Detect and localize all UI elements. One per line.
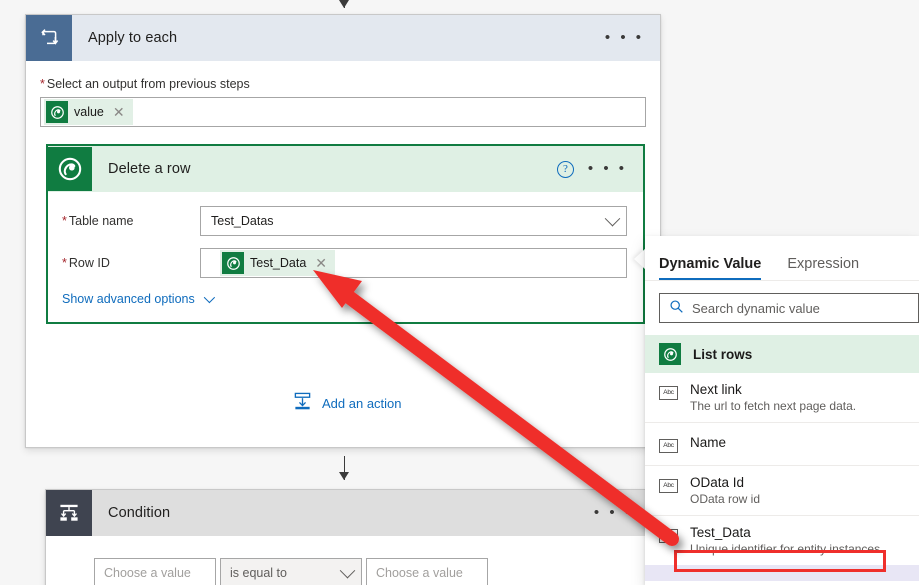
apply-to-each-more-button[interactable]: • • •	[605, 30, 644, 45]
list-item[interactable]: Abc Name	[645, 423, 919, 466]
search-placeholder: Search dynamic value	[692, 300, 820, 316]
apply-to-each-header[interactable]: Apply to each • • •	[26, 15, 660, 61]
list-item[interactable]: Abc Test_Data Unique identifier for enti…	[645, 516, 919, 565]
dynamic-search-wrap: Search dynamic value	[645, 281, 919, 335]
dynamic-value-panel[interactable]: Dynamic Value Expression Search dynamic …	[645, 236, 919, 585]
dynamic-group-list-rows[interactable]: List rows	[645, 335, 919, 373]
test-data-token-label: Test_Data	[250, 256, 307, 270]
help-icon[interactable]: ?	[556, 160, 574, 178]
required-asterisk: *	[40, 77, 45, 91]
dynamic-panel-tabs: Dynamic Value Expression	[645, 236, 919, 280]
abc-icon: Abc	[659, 439, 678, 453]
test-data-token[interactable]: Test_Data ✕	[220, 250, 336, 276]
condition-right-input[interactable]: Choose a value	[366, 558, 488, 585]
table-name-label-text: Table name	[68, 214, 134, 228]
condition-body: Choose a value is equal to Choose a valu…	[46, 536, 649, 585]
apply-to-each-title: Apply to each	[88, 30, 178, 46]
list-item[interactable]: Abc Next link The url to fetch next page…	[645, 373, 919, 423]
value-token[interactable]: value ✕	[44, 99, 133, 125]
value-token-label: value	[74, 105, 104, 119]
select-output-input[interactable]: value ✕	[40, 97, 646, 127]
delete-a-row-header[interactable]: Delete a row ? • • •	[48, 146, 643, 192]
condition-more-button[interactable]: • • •	[594, 505, 633, 520]
list-item[interactable]: Abc OData Id OData row id	[645, 466, 919, 516]
table-name-row: * Table name Test_Datas	[62, 206, 627, 236]
delete-a-row-body: * Table name Test_Datas * Row ID Test_Da…	[48, 192, 643, 306]
search-icon	[669, 299, 684, 317]
close-icon[interactable]: ✕	[113, 105, 133, 119]
row-id-input[interactable]: Test_Data ✕	[200, 248, 627, 278]
abc-icon: Abc	[659, 529, 678, 543]
close-icon[interactable]: ✕	[315, 256, 335, 270]
list-item[interactable]	[645, 565, 919, 581]
chevron-down-icon[interactable]	[604, 210, 621, 226]
required-asterisk: *	[62, 256, 67, 270]
required-asterisk: *	[62, 214, 67, 228]
tab-expression[interactable]: Expression	[787, 256, 859, 280]
apply-to-each-header-actions: • • •	[605, 30, 660, 45]
dataverse-icon	[222, 252, 244, 274]
list-item-name: OData Id	[690, 475, 745, 490]
dynamic-group-label: List rows	[693, 346, 753, 362]
dataverse-icon	[48, 147, 92, 191]
list-item-name: Test_Data	[690, 525, 751, 540]
delete-a-row-card[interactable]: Delete a row ? • • • * Table name Test_Da…	[46, 144, 645, 324]
table-name-label: * Table name	[62, 214, 200, 228]
flow-designer-canvas: Apply to each • • • * Select an output fr…	[0, 0, 919, 585]
add-an-action-button[interactable]: Add an action	[293, 392, 402, 414]
list-item-name: Name	[690, 435, 727, 450]
delete-a-row-more-button[interactable]: • • •	[588, 161, 627, 176]
abc-icon: Abc	[659, 479, 678, 493]
row-id-row: * Row ID Test_Data ✕	[62, 248, 627, 278]
condition-title: Condition	[108, 505, 171, 521]
list-item-name: Next link	[690, 382, 742, 397]
list-item-desc: OData row id	[690, 492, 761, 506]
add-action-icon	[293, 392, 312, 414]
tab-dynamic-value[interactable]: Dynamic Value	[659, 256, 762, 280]
search-dynamic-value-input[interactable]: Search dynamic value	[659, 293, 919, 323]
show-advanced-options-link[interactable]: Show advanced options	[62, 291, 215, 306]
add-an-action-label: Add an action	[322, 395, 402, 411]
table-name-value: Test_Datas	[211, 214, 274, 228]
row-id-control: Test_Data ✕	[200, 248, 627, 278]
table-name-dropdown[interactable]: Test_Datas	[200, 206, 627, 236]
condition-left-input[interactable]: Choose a value	[94, 558, 216, 585]
chevron-down-icon[interactable]	[339, 562, 356, 578]
condition-branch-icon	[46, 490, 92, 536]
select-output-label: * Select an output from previous steps	[40, 77, 646, 91]
select-output-label-text: Select an output from previous steps	[46, 77, 250, 91]
dataverse-icon	[659, 343, 681, 365]
row-id-label: * Row ID	[62, 256, 200, 270]
table-name-control: Test_Datas	[200, 206, 627, 236]
apply-to-each-body: * Select an output from previous steps va…	[26, 61, 660, 127]
list-item-desc: Unique identifier for entity instances	[690, 542, 881, 556]
abc-icon: Abc	[659, 386, 678, 400]
row-id-label-text: Row ID	[68, 256, 110, 270]
show-advanced-options-label: Show advanced options	[62, 292, 195, 306]
condition-card[interactable]: Condition • • • Choose a value is equal …	[45, 489, 650, 585]
condition-operator-value: is equal to	[230, 566, 287, 580]
condition-header-actions: • • •	[594, 505, 649, 520]
chevron-down-icon	[203, 291, 215, 304]
dataverse-icon	[46, 101, 68, 123]
loop-icon	[26, 15, 72, 61]
delete-a-row-title: Delete a row	[108, 161, 191, 177]
condition-header[interactable]: Condition • • •	[46, 490, 649, 536]
list-item-desc: The url to fetch next page data.	[690, 399, 857, 413]
delete-a-row-header-actions: ? • • •	[556, 160, 643, 178]
condition-operator-dropdown[interactable]: is equal to	[220, 558, 362, 585]
